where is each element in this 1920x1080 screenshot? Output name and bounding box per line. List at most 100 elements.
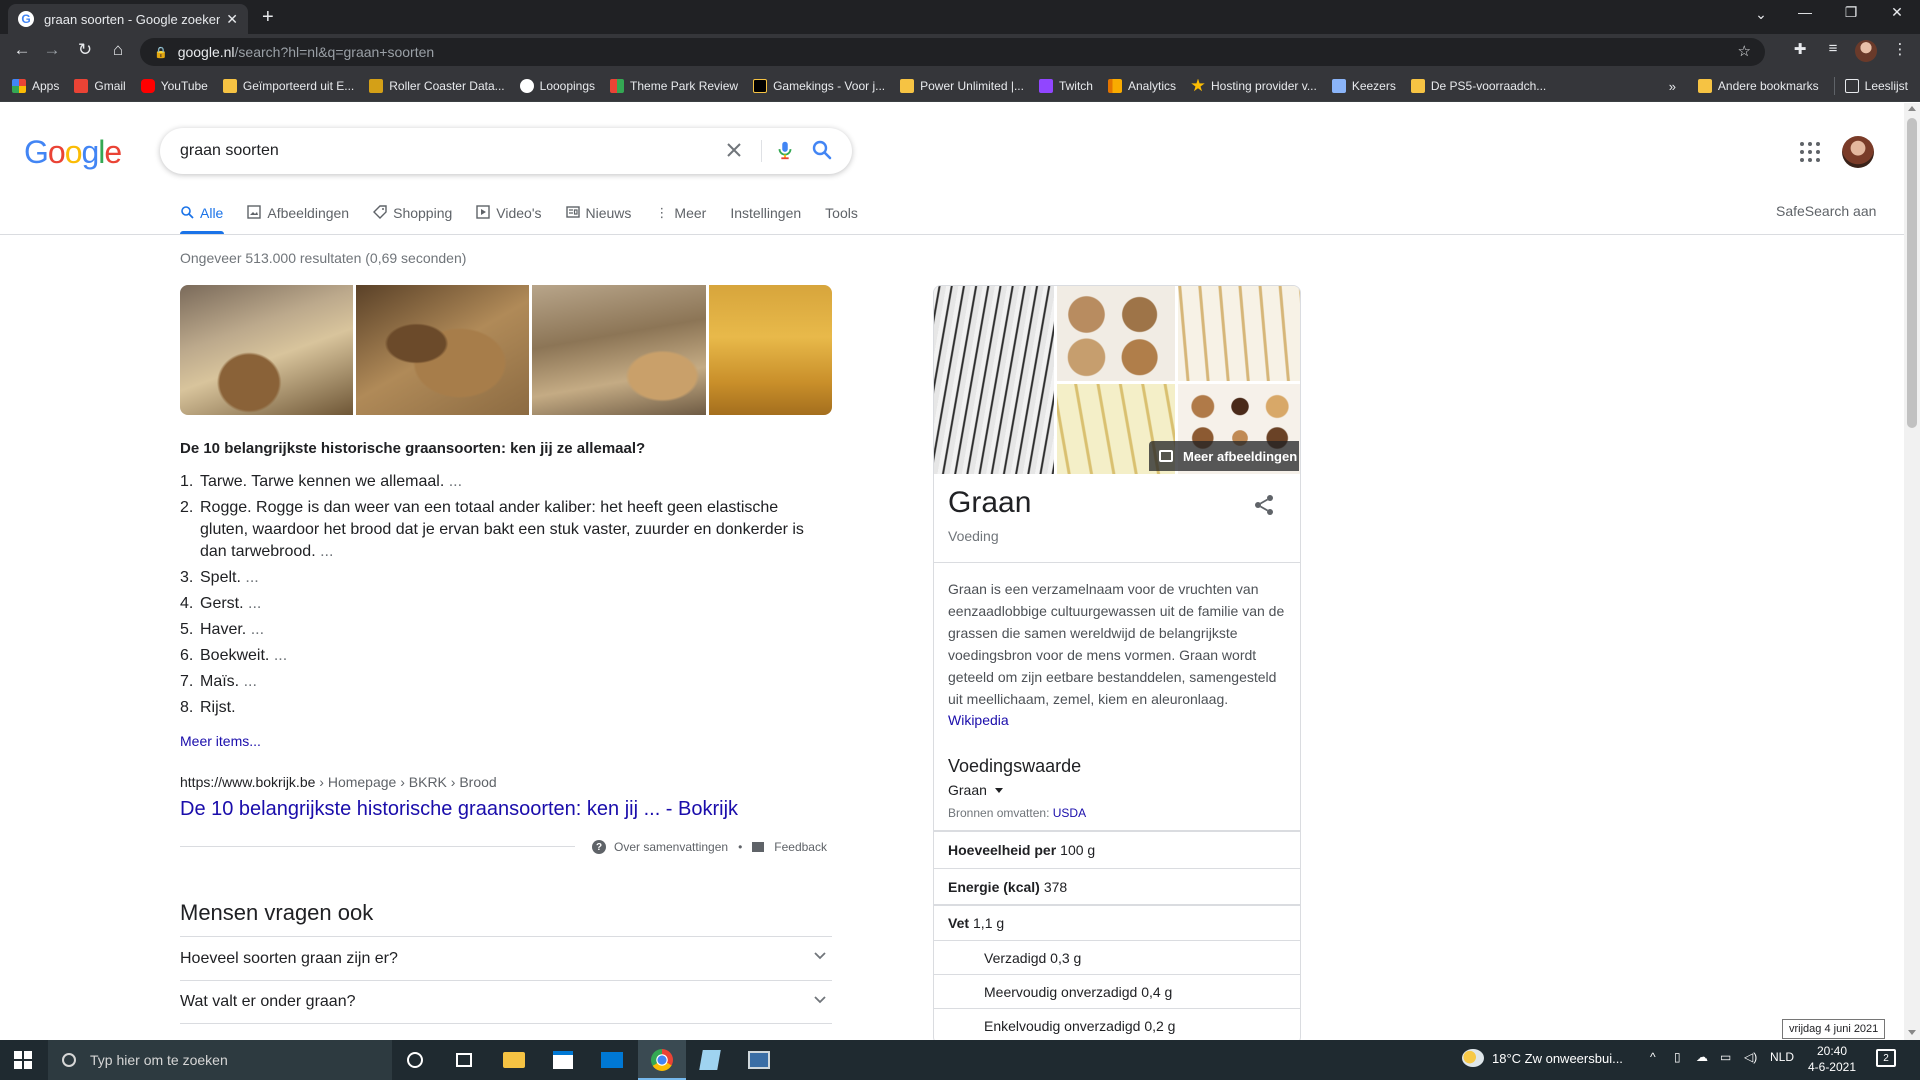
share-icon[interactable] bbox=[1252, 493, 1276, 517]
task-view-icon[interactable] bbox=[449, 1045, 479, 1075]
snipping-tool-icon[interactable] bbox=[744, 1045, 774, 1075]
browser-menu-icon[interactable]: ⋮ bbox=[1888, 40, 1912, 58]
bookmark-gamekings[interactable]: Gamekings - Voor j... bbox=[753, 78, 885, 93]
store-icon[interactable] bbox=[548, 1045, 578, 1075]
bookmark-analytics[interactable]: Analytics bbox=[1107, 78, 1176, 93]
grain-image-3[interactable] bbox=[532, 285, 706, 415]
paa-question[interactable]: Wat valt er onder graan? bbox=[180, 980, 832, 1024]
about-snippets-link[interactable]: Over samenvattingen bbox=[614, 840, 728, 854]
weather-widget[interactable]: 18°C Zw onweersbui... bbox=[1462, 1049, 1623, 1067]
taskbar-clock[interactable]: 20:40 4-6-2021 bbox=[1802, 1043, 1862, 1075]
onedrive-icon[interactable]: ☁ bbox=[1696, 1050, 1708, 1064]
feedback-link[interactable]: Feedback bbox=[774, 840, 827, 854]
source-url[interactable]: https://www.bokrijk.be › Homepage › BKRK… bbox=[180, 774, 497, 790]
microphone-icon[interactable] bbox=[774, 138, 796, 162]
restore-icon[interactable]: ❐ bbox=[1836, 4, 1866, 21]
bookmark-youtube[interactable]: YouTube bbox=[140, 78, 208, 93]
bookmark-hosting[interactable]: Hosting provider v... bbox=[1191, 78, 1317, 93]
bookmark-looopings[interactable]: Looopings bbox=[519, 78, 595, 93]
tab-search-icon[interactable]: ⌄ bbox=[1746, 6, 1776, 23]
bookmark-rcdb[interactable]: Roller Coaster Data... bbox=[369, 78, 505, 93]
scroll-down-icon[interactable] bbox=[1908, 1030, 1916, 1035]
kp-image-ears[interactable] bbox=[1178, 286, 1300, 381]
more-items-link[interactable]: Meer items... bbox=[180, 733, 261, 749]
safesearch-link[interactable]: SafeSearch aan bbox=[1776, 203, 1876, 219]
bookmark-imported[interactable]: Geïmporteerd uit E... bbox=[222, 78, 354, 93]
extensions-icon[interactable]: ✚ bbox=[1788, 40, 1812, 58]
grain-image-4[interactable] bbox=[708, 285, 832, 415]
wikipedia-link[interactable]: Wikipedia bbox=[948, 712, 1009, 728]
news-icon bbox=[565, 205, 580, 222]
tab-all[interactable]: Alle bbox=[180, 205, 223, 222]
bookmark-apps[interactable]: Apps bbox=[12, 78, 59, 93]
google-apps-icon[interactable] bbox=[1800, 142, 1820, 162]
scroll-up-icon[interactable] bbox=[1908, 106, 1916, 111]
featured-images bbox=[180, 285, 832, 415]
bookmark-power-unlimited[interactable]: Power Unlimited |... bbox=[900, 78, 1024, 93]
tab-close-icon[interactable]: ✕ bbox=[226, 11, 238, 28]
tab-shopping[interactable]: Shopping bbox=[373, 204, 452, 222]
windows-start-icon[interactable] bbox=[14, 1051, 32, 1069]
other-bookmarks[interactable]: Andere bookmarks bbox=[1697, 79, 1819, 93]
mail-icon[interactable] bbox=[597, 1045, 627, 1075]
more-images-button[interactable]: Meer afbeeldingen bbox=[1149, 441, 1299, 471]
bookmark-twitch[interactable]: Twitch bbox=[1038, 78, 1093, 93]
language-indicator[interactable]: NLD bbox=[1770, 1050, 1794, 1064]
nutrition-row: Verzadigd 0,3 g bbox=[934, 940, 1300, 974]
search-icon[interactable] bbox=[810, 138, 834, 162]
minimize-icon[interactable]: — bbox=[1790, 4, 1820, 20]
forward-icon[interactable]: → bbox=[40, 40, 64, 60]
kp-description: Graan is een verzamelnaam voor de vrucht… bbox=[948, 581, 1285, 707]
google-logo[interactable]: Google bbox=[24, 134, 122, 171]
kp-image-grains[interactable] bbox=[1057, 286, 1175, 381]
tray-chevron-icon[interactable]: ^ bbox=[1650, 1050, 1656, 1064]
search-input[interactable] bbox=[180, 142, 852, 160]
reload-icon[interactable]: ↻ bbox=[73, 40, 97, 60]
back-icon[interactable]: ← bbox=[10, 40, 34, 60]
grain-image-2[interactable] bbox=[356, 285, 530, 415]
tab-images[interactable]: Afbeeldingen bbox=[247, 204, 349, 222]
nutrition-dropdown[interactable]: Graan bbox=[948, 782, 1003, 798]
reading-list[interactable]: Leeslijst bbox=[1844, 79, 1908, 93]
tab-settings[interactable]: Instellingen bbox=[730, 205, 801, 221]
bookmark-star-icon[interactable]: ☆ bbox=[1738, 42, 1751, 60]
source-title-link[interactable]: De 10 belangrijkste historische graansoo… bbox=[180, 798, 738, 821]
bookmark-keezers[interactable]: Keezers bbox=[1331, 78, 1396, 93]
bookmark-theme-park-review[interactable]: Theme Park Review bbox=[610, 78, 738, 93]
browser-profile-avatar[interactable] bbox=[1855, 40, 1877, 62]
chrome-icon[interactable] bbox=[647, 1045, 677, 1075]
nutrition-row: Enkelvoudig onverzadigd 0,2 g bbox=[934, 1008, 1300, 1042]
taskbar-search-placeholder: Typ hier om te zoeken bbox=[90, 1052, 228, 1068]
close-window-icon[interactable]: ✕ bbox=[1882, 4, 1912, 21]
tab-more[interactable]: ⋮ Meer bbox=[655, 205, 706, 221]
home-icon[interactable]: ⌂ bbox=[106, 40, 130, 60]
notepad-icon[interactable] bbox=[695, 1045, 725, 1075]
bookmark-ps5[interactable]: De PS5-voorraadch... bbox=[1410, 78, 1546, 93]
cortana-icon[interactable] bbox=[400, 1045, 430, 1075]
looopings-icon bbox=[519, 78, 534, 93]
network-icon[interactable]: ▭ bbox=[1720, 1050, 1731, 1064]
list-item: 3. Spelt. ... bbox=[180, 569, 259, 586]
new-tab-icon[interactable]: + bbox=[262, 6, 274, 29]
tab-videos[interactable]: Video's bbox=[476, 204, 542, 222]
tray-app-icon[interactable]: ▯ bbox=[1674, 1050, 1681, 1064]
bookmark-gmail[interactable]: Gmail bbox=[74, 78, 126, 93]
bookmarks-overflow-icon[interactable]: » bbox=[1669, 79, 1676, 94]
address-bar[interactable]: 🔒 google.nl/search?hl=nl&q=graan+soorten… bbox=[140, 38, 1765, 66]
kp-divider bbox=[934, 562, 1300, 563]
kp-image-illustration[interactable] bbox=[934, 286, 1054, 474]
notification-center-icon[interactable]: 2 bbox=[1876, 1049, 1896, 1067]
media-control-icon[interactable]: ≡ bbox=[1821, 40, 1845, 57]
tab-tools[interactable]: Tools bbox=[825, 205, 858, 221]
volume-icon[interactable]: ◁) bbox=[1744, 1050, 1757, 1064]
scrollbar-thumb[interactable] bbox=[1907, 118, 1917, 428]
file-explorer-icon[interactable] bbox=[499, 1045, 529, 1075]
paa-question[interactable]: Hoeveel soorten graan zijn er? bbox=[180, 936, 832, 980]
clear-icon[interactable] bbox=[722, 138, 746, 162]
usda-link[interactable]: USDA bbox=[1053, 806, 1086, 820]
taskbar-search[interactable]: Typ hier om te zoeken bbox=[48, 1040, 392, 1080]
tab-news[interactable]: Nieuws bbox=[565, 205, 631, 222]
grain-image-1[interactable] bbox=[180, 285, 354, 415]
browser-tab[interactable]: G graan soorten - Google zoeken ✕ bbox=[8, 4, 248, 34]
account-avatar[interactable] bbox=[1842, 136, 1874, 168]
